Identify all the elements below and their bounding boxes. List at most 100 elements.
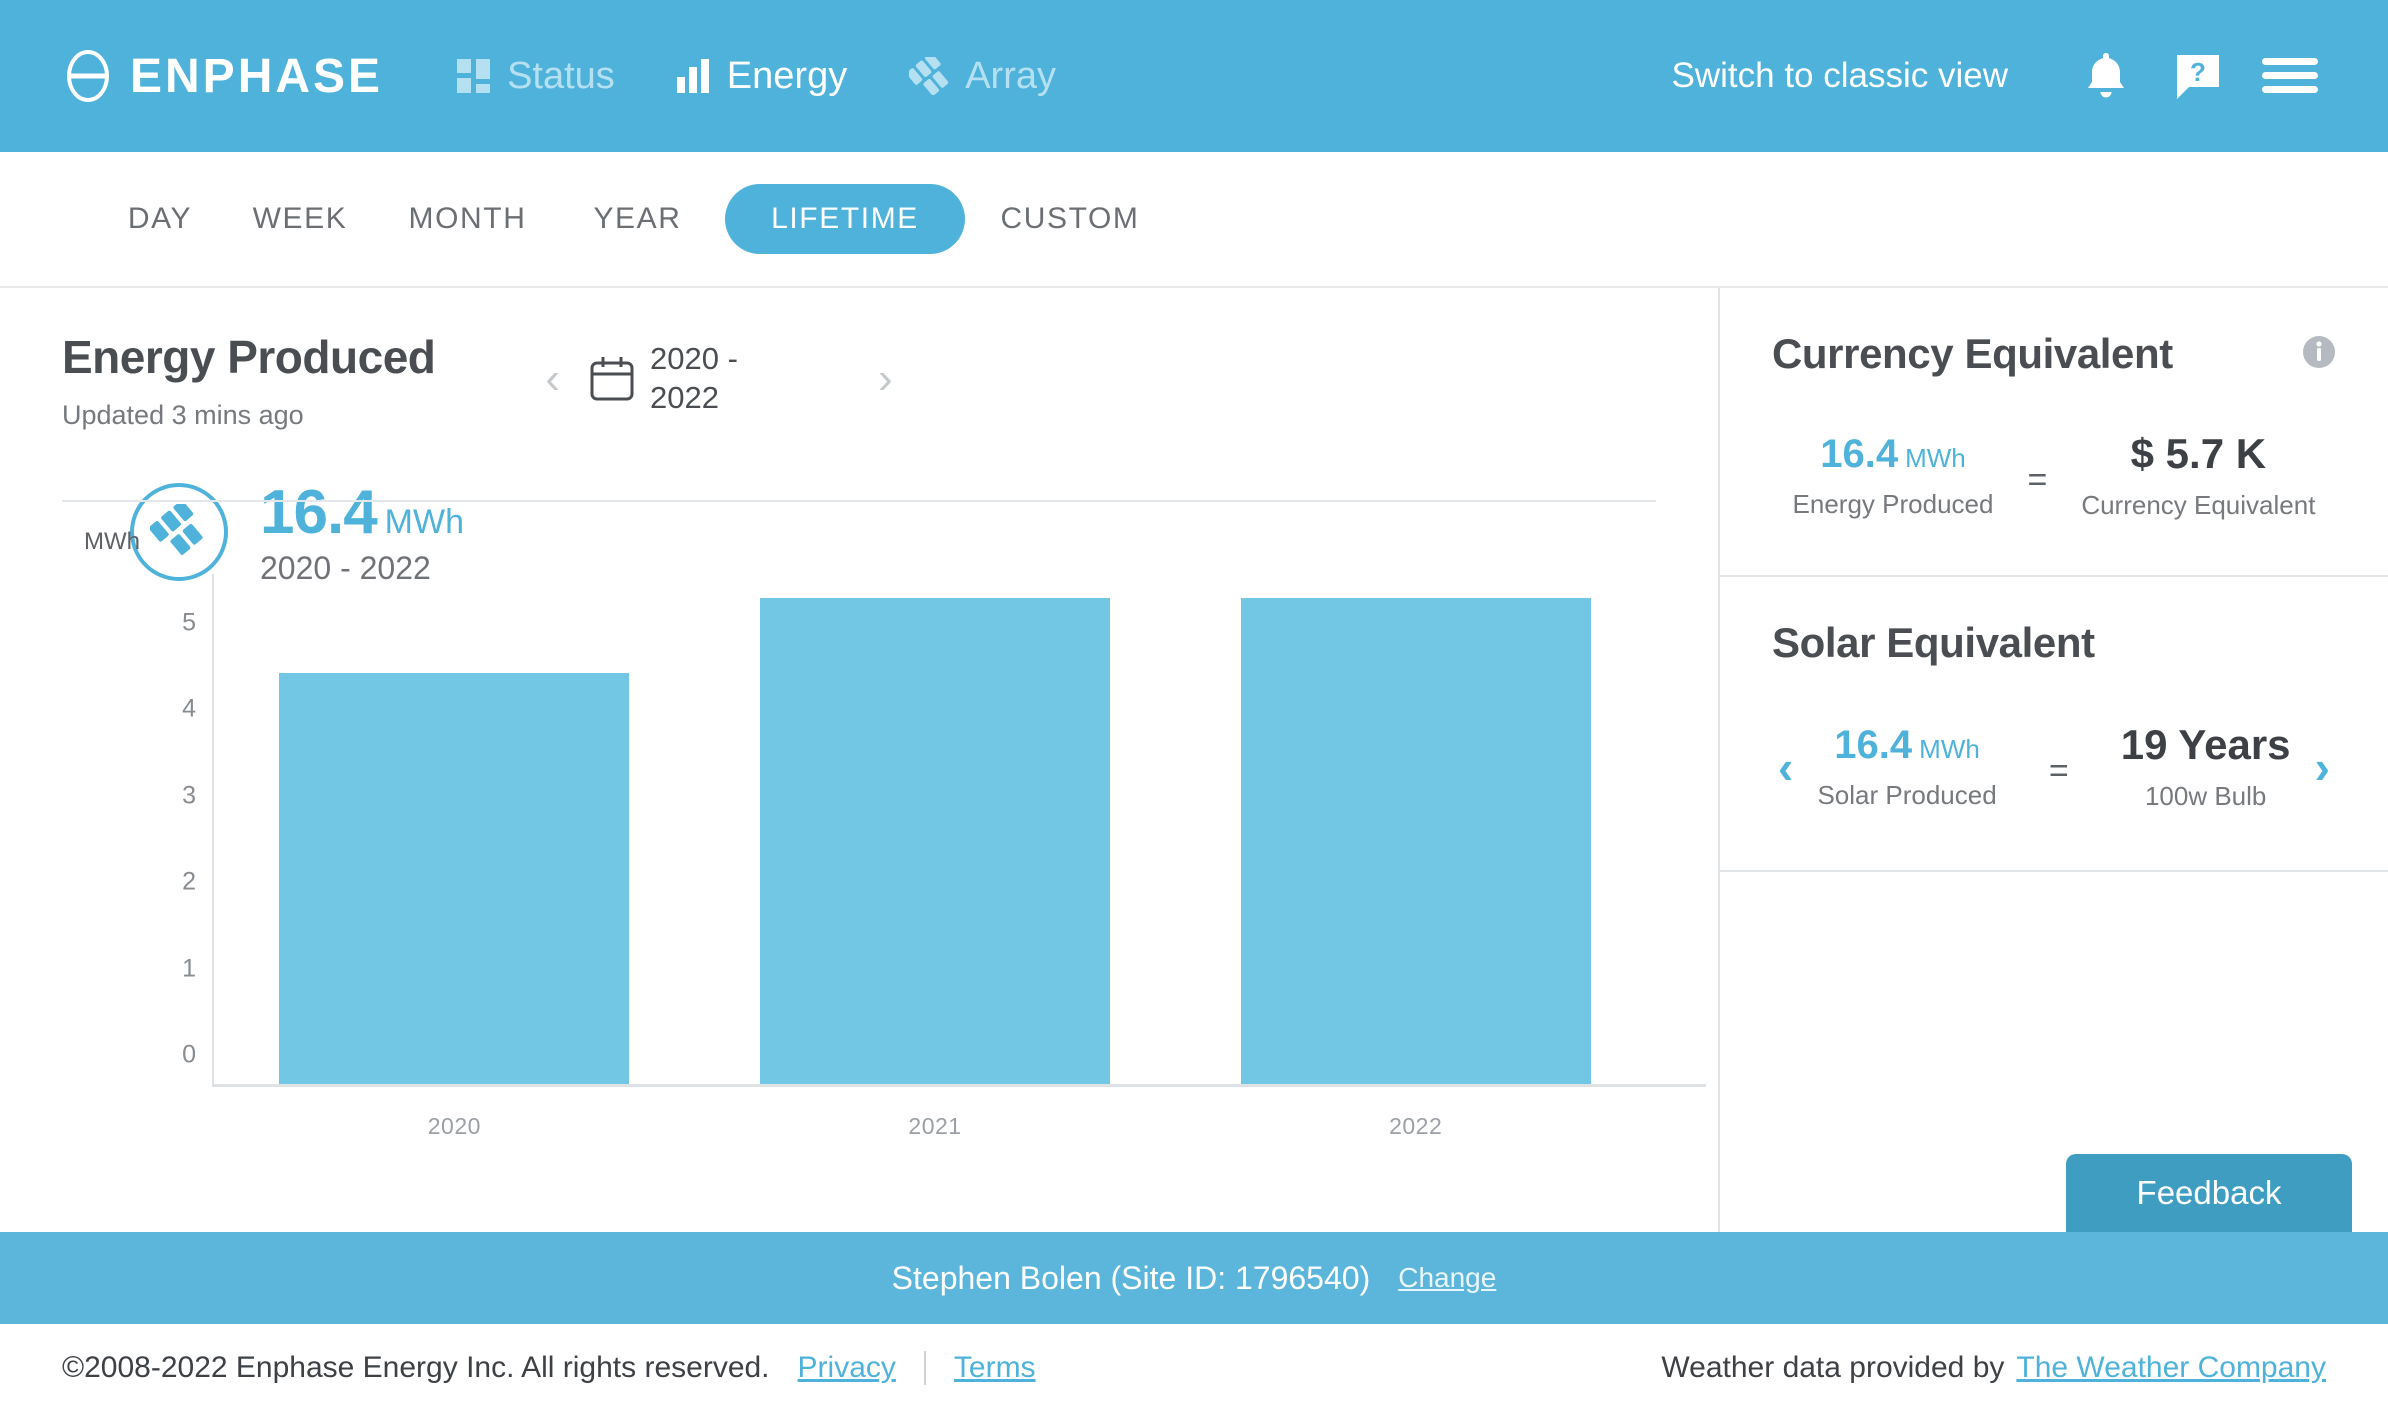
tab-slot-lifetime: LIFETIME: [720, 184, 970, 254]
currency-panel-title: Currency Equivalent: [1772, 330, 2173, 377]
nav-item-status[interactable]: Status: [457, 55, 615, 98]
nav-label-energy: Energy: [726, 54, 848, 97]
brand-text: ENPHASE: [130, 49, 384, 103]
tab-slot-day: DAY: [100, 202, 220, 236]
x-axis-label: 2021: [908, 1113, 962, 1139]
solar-left: 16.4 MWh Solar Produced: [1817, 723, 1996, 811]
currency-left-value: 16.4: [1820, 431, 1899, 476]
nav-label-status: Status: [507, 54, 615, 97]
solar-left-unit: MWh: [1919, 733, 1980, 764]
solar-equals-sign: =: [2048, 752, 2069, 790]
tab-slot-week: WEEK: [220, 202, 380, 236]
currency-left-unit: MWh: [1905, 442, 1966, 473]
site-name-id: Stephen Bolen (Site ID: 1796540): [891, 1259, 1371, 1296]
date-range-selector: ‹ 2020 - 2022 ›: [519, 340, 918, 418]
y-axis-unit-label: MWh: [84, 528, 140, 555]
bar-group: 2021: [695, 574, 1176, 1139]
footer: ©2008-2022 Enphase Energy Inc. All right…: [0, 1324, 2388, 1412]
solar-right-value-row: 19 Years: [2121, 721, 2291, 769]
weather-company-link[interactable]: The Weather Company: [2016, 1351, 2326, 1385]
header-actions: Switch to classic view ?: [1672, 0, 2388, 152]
solar-left-value-row: 16.4 MWh: [1817, 723, 1996, 768]
solar-title-row: Solar Equivalent: [1772, 619, 2336, 667]
privacy-link[interactable]: Privacy: [798, 1351, 896, 1385]
y-axis-tick: 0: [182, 1040, 196, 1069]
tab-lifetime[interactable]: LIFETIME: [725, 184, 965, 254]
tab-slot-month: MONTH: [380, 202, 555, 236]
solar-right-caption: 100w Bulb: [2144, 781, 2267, 811]
solar-right-value: 19 Years: [2120, 721, 2291, 768]
x-axis-line: [212, 1084, 1706, 1087]
currency-right-value: $ 5.7 K: [2130, 430, 2267, 477]
solar-right: 19 Years 100w Bulb: [2121, 721, 2291, 812]
menu-icon[interactable]: [2244, 56, 2336, 96]
currency-right-caption: Currency Equivalent: [2081, 490, 2316, 520]
plot-area: 0 1 2 3 4 5 2020 2021 2022: [182, 574, 1656, 1139]
y-axis-tick: 3: [182, 781, 196, 810]
svg-text:?: ?: [2190, 57, 2206, 87]
x-axis-label: 2022: [1389, 1113, 1443, 1139]
currency-left-value-row: 16.4 MWh: [1793, 432, 1994, 477]
bar-chart-icon: [676, 59, 711, 93]
tab-custom[interactable]: CUSTOM: [1000, 202, 1139, 236]
range-tabbar: DAY WEEK MONTH YEAR LIFETIME CUSTOM: [0, 152, 2388, 288]
bar-2020[interactable]: [279, 673, 630, 1084]
chart-divider: [62, 500, 1656, 502]
solar-panel-title: Solar Equivalent: [1772, 619, 2095, 666]
bar-2022[interactable]: [1240, 598, 1591, 1084]
help-icon[interactable]: ?: [2152, 51, 2244, 101]
terms-link[interactable]: Terms: [954, 1351, 1036, 1385]
enphase-mark-icon: [62, 50, 114, 102]
weather-credit-text: Weather data provided by: [1661, 1351, 2005, 1384]
currency-right-value-row: $ 5.7 K: [2081, 430, 2315, 478]
feedback-button[interactable]: Feedback: [2066, 1154, 2352, 1232]
updated-text: Updated 3 mins ago: [62, 400, 304, 430]
tab-day[interactable]: DAY: [128, 202, 192, 236]
date-prev-button[interactable]: ‹: [519, 356, 586, 401]
notification-bell-icon[interactable]: [2060, 50, 2152, 102]
copyright-text: ©2008-2022 Enphase Energy Inc. All right…: [62, 1351, 770, 1384]
page-title: Energy Produced: [62, 331, 436, 383]
solar-equivalent-panel: Solar Equivalent ‹ 16.4 MWh Solar Produc…: [1720, 577, 2388, 872]
currency-equals-sign: =: [2027, 461, 2048, 499]
footer-divider: [923, 1351, 926, 1385]
nav-label-array: Array: [965, 54, 1056, 97]
footer-right: Weather data provided by The Weather Com…: [1661, 1351, 2326, 1385]
x-axis-label: 2020: [427, 1113, 481, 1139]
nav-item-array[interactable]: Array: [909, 55, 1056, 98]
tab-year[interactable]: YEAR: [593, 202, 681, 236]
footer-left: ©2008-2022 Enphase Energy Inc. All right…: [62, 1351, 1036, 1385]
app-root: ENPHASE Status Energy Array Switch to cl…: [0, 0, 2388, 1412]
currency-right: $ 5.7 K Currency Equivalent: [2081, 430, 2315, 521]
currency-equivalence-row: 16.4 MWh Energy Produced = $ 5.7 K Curre…: [1772, 430, 2336, 575]
calendar-icon[interactable]: [590, 356, 634, 402]
currency-equivalent-panel: Currency Equivalent 16.4 MWh Energy Prod…: [1720, 288, 2388, 577]
date-next-button[interactable]: ›: [852, 356, 919, 401]
tab-month[interactable]: MONTH: [409, 202, 527, 236]
nav-item-energy[interactable]: Energy: [676, 54, 848, 98]
solar-left-value: 16.4: [1834, 722, 1913, 767]
info-icon[interactable]: [2302, 335, 2336, 374]
bar-2021[interactable]: [760, 598, 1110, 1084]
status-grid-icon: [457, 59, 491, 93]
y-axis-tick: 4: [182, 694, 196, 723]
solar-left-caption: Solar Produced: [1817, 779, 1997, 810]
energy-chart-panel: Energy Produced Updated 3 mins ago ‹ 202…: [0, 288, 1718, 1232]
tab-week[interactable]: WEEK: [253, 202, 348, 236]
enphase-logo[interactable]: ENPHASE: [62, 49, 383, 104]
main-content: Energy Produced Updated 3 mins ago ‹ 202…: [0, 288, 2388, 1232]
top-header: ENPHASE Status Energy Array Switch to cl…: [0, 0, 2388, 152]
solar-prev-button[interactable]: ‹: [1772, 744, 1799, 790]
solar-next-button[interactable]: ›: [2309, 744, 2336, 790]
switch-classic-view-link[interactable]: Switch to classic view: [1672, 56, 2008, 96]
array-panels-icon: [909, 57, 949, 95]
change-site-link[interactable]: Change: [1398, 1262, 1496, 1294]
bar-group: 2022: [1175, 574, 1656, 1139]
chart-title-block: Energy Produced Updated 3 mins ago: [62, 330, 436, 431]
tab-slot-year: YEAR: [555, 202, 720, 236]
bar-group: 2020: [214, 574, 695, 1139]
equivalents-sidebar: Currency Equivalent 16.4 MWh Energy Prod…: [1718, 288, 2388, 1232]
site-info-bar: Stephen Bolen (Site ID: 1796540) Change: [0, 1232, 2388, 1324]
tab-slot-custom: CUSTOM: [970, 202, 1170, 236]
currency-left-caption: Energy Produced: [1792, 488, 1994, 519]
